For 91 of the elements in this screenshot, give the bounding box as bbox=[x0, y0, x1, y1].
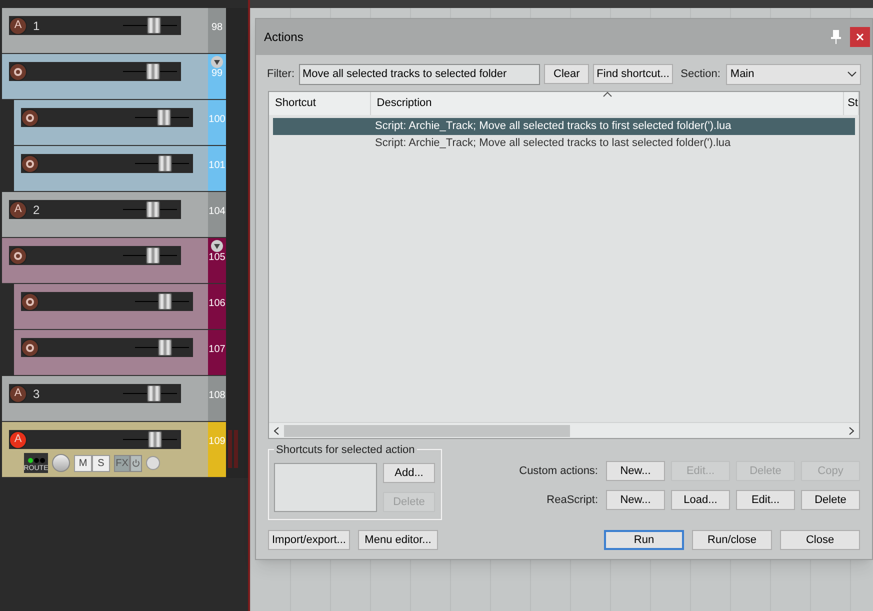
dialog-button[interactable]: Close bbox=[780, 530, 860, 550]
dialog-button[interactable]: Edit... bbox=[736, 490, 795, 510]
close-button[interactable] bbox=[850, 27, 870, 47]
description-cell-text: Script: Archie_Track; Move all selected tracks to last selected folder(').lua bbox=[374, 136, 731, 152]
column-header[interactable]: Shortcut bbox=[269, 92, 371, 115]
volume-fader[interactable] bbox=[135, 108, 189, 127]
record-arm-button[interactable] bbox=[21, 292, 39, 310]
fader-thumb[interactable] bbox=[146, 247, 160, 264]
section-dropdown[interactable]: Main bbox=[726, 64, 861, 84]
dialog-button[interactable]: Menu editor... bbox=[358, 530, 438, 550]
track-header[interactable]: A 2 bbox=[2, 192, 208, 238]
scroll-left-icon[interactable] bbox=[274, 426, 279, 434]
dialog-button[interactable]: New... bbox=[606, 461, 665, 481]
dialog-button[interactable]: Delete bbox=[801, 490, 860, 510]
track-number-tab[interactable]: 105 bbox=[208, 238, 226, 284]
track-header[interactable]: A 1 bbox=[2, 8, 208, 54]
fader-thumb[interactable] bbox=[146, 385, 161, 402]
fader-thumb[interactable] bbox=[148, 431, 162, 448]
track-number-tab[interactable]: 106 bbox=[208, 284, 226, 330]
row-label: ReaScript: bbox=[546, 492, 598, 508]
scrollbar-thumb[interactable] bbox=[284, 424, 570, 436]
volume-fader[interactable] bbox=[123, 200, 177, 219]
dialog-button[interactable]: Clear bbox=[544, 64, 590, 84]
power-icon[interactable] bbox=[132, 459, 140, 467]
dialog-button[interactable]: Add... bbox=[383, 463, 435, 483]
dialog-button[interactable]: Import/export... bbox=[268, 530, 350, 550]
volume-fader[interactable] bbox=[135, 154, 189, 173]
track-number: 105 bbox=[208, 253, 226, 263]
pan-knob[interactable] bbox=[52, 454, 70, 472]
mute-button[interactable]: M bbox=[74, 454, 92, 472]
column-header[interactable]: Description bbox=[370, 92, 844, 115]
fader-thumb[interactable] bbox=[156, 109, 171, 126]
dialog-button[interactable]: New... bbox=[606, 490, 665, 510]
volume-fader[interactable] bbox=[123, 384, 177, 403]
record-arm-button[interactable] bbox=[9, 246, 27, 264]
meter-area bbox=[226, 8, 248, 54]
fader-thumb[interactable] bbox=[146, 63, 160, 80]
dialog-button[interactable]: Run bbox=[604, 530, 684, 550]
record-arm-button[interactable]: A bbox=[9, 16, 27, 34]
record-arm-button[interactable] bbox=[9, 62, 27, 80]
scroll-right-icon[interactable] bbox=[849, 426, 854, 434]
close-icon bbox=[856, 33, 864, 41]
fader-thumb[interactable] bbox=[146, 17, 161, 34]
dialog-button[interactable]: Load... bbox=[671, 490, 730, 510]
column-header[interactable]: St bbox=[844, 92, 859, 115]
fader-thumb[interactable] bbox=[146, 201, 160, 218]
track-number: 106 bbox=[208, 299, 226, 309]
track-number: 99 bbox=[211, 69, 223, 79]
volume-fader[interactable] bbox=[123, 16, 177, 35]
volume-fader[interactable] bbox=[123, 62, 177, 81]
volume-fader[interactable] bbox=[135, 292, 189, 311]
fader-thumb[interactable] bbox=[158, 339, 172, 356]
dialog-button[interactable]: Run/close bbox=[692, 530, 772, 550]
volume-fader[interactable] bbox=[123, 430, 177, 449]
folder-toggle-icon[interactable] bbox=[211, 56, 223, 68]
description-cell-text: Script: Archie_Track; Move all selected tracks to first selected folder(').lua bbox=[374, 119, 732, 134]
chevron-down-icon bbox=[847, 71, 857, 77]
record-arm-button[interactable]: A bbox=[9, 200, 27, 218]
horizontal-scrollbar[interactable] bbox=[269, 422, 859, 438]
table-row[interactable]: Script: Archie_Track; Move all selected tracks to first selected folder(').lua bbox=[273, 118, 855, 135]
volume-fader[interactable] bbox=[135, 338, 189, 357]
track-number: 109 bbox=[208, 437, 226, 447]
track-number: 98 bbox=[211, 23, 223, 33]
track-number: 101 bbox=[208, 161, 226, 171]
folder-toggle-icon[interactable] bbox=[211, 240, 223, 252]
filter-label: Filter: bbox=[267, 66, 294, 82]
row-label: Custom actions: bbox=[519, 464, 598, 479]
section-label: Section: bbox=[680, 66, 720, 82]
track-name: 3 bbox=[33, 386, 41, 402]
volume-fader[interactable] bbox=[123, 246, 177, 265]
filter-field[interactable]: Move all selected tracks to selected folder bbox=[298, 64, 540, 84]
track-number-tab[interactable]: 107 bbox=[208, 330, 226, 376]
record-arm-button[interactable] bbox=[21, 338, 39, 356]
record-arm-button[interactable] bbox=[21, 108, 39, 126]
track-name: 2 bbox=[33, 202, 41, 218]
table-row[interactable]: Script: Archie_Track; Move all selected tracks to last selected folder(').lua bbox=[273, 135, 855, 152]
record-arm-button[interactable]: A bbox=[9, 384, 27, 402]
track-number: 104 bbox=[208, 207, 226, 217]
track-number: 107 bbox=[208, 345, 226, 355]
track-number: 100 bbox=[208, 115, 226, 125]
window-title: Actions bbox=[264, 29, 304, 46]
track-header[interactable]: A 3 bbox=[2, 376, 208, 422]
track-number: 108 bbox=[208, 391, 226, 401]
sort-caret-icon bbox=[603, 92, 612, 97]
fader-thumb[interactable] bbox=[158, 155, 172, 172]
record-arm-button[interactable] bbox=[21, 154, 39, 172]
track-name: 1 bbox=[33, 18, 41, 34]
fader-thumb[interactable] bbox=[158, 293, 172, 310]
dialog-button[interactable]: Find shortcut... bbox=[593, 64, 673, 84]
level-meter-drawing bbox=[228, 430, 238, 468]
solo-button[interactable]: S bbox=[92, 454, 110, 472]
